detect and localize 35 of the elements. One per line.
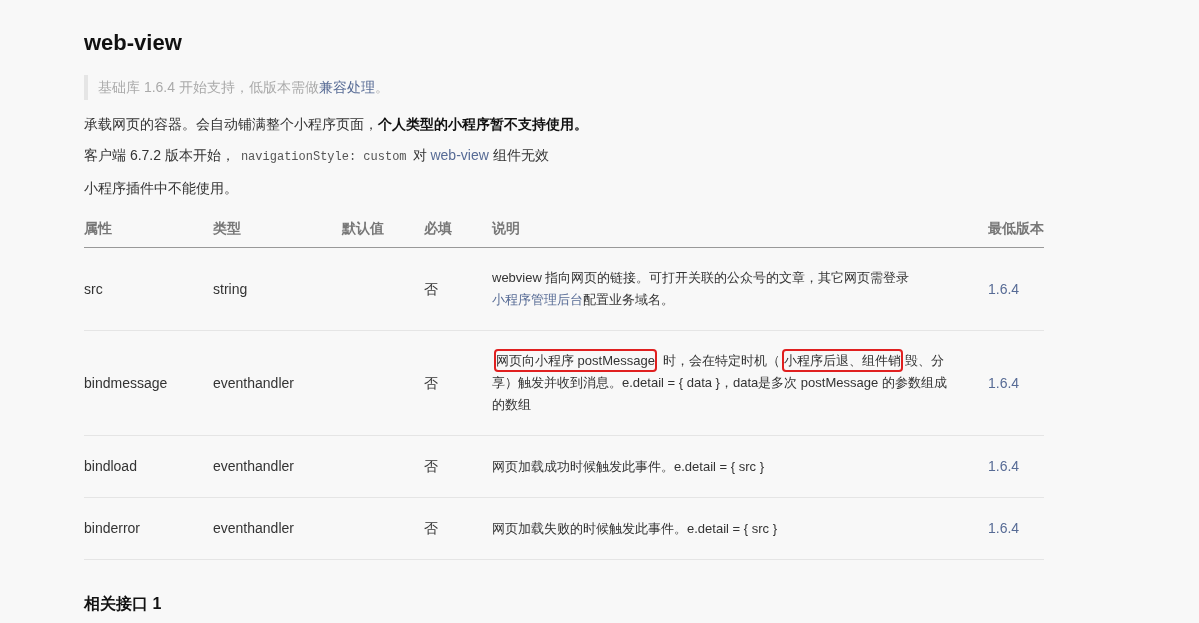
column-header: 最低版本 <box>988 219 1044 238</box>
paragraph: 承载网页的容器。会自动铺满整个小程序页面，个人类型的小程序暂不支持使用。 <box>84 115 589 134</box>
column-header: 默认值 <box>342 219 385 238</box>
table-cell: eventhandler <box>213 374 294 391</box>
table-cell: 1.6.4 <box>988 280 1020 297</box>
table-cell: 1.6.4 <box>988 458 1020 474</box>
table-cell: 否 <box>424 458 438 474</box>
table-cell-text: webview 指向网页的链接。可打开关联的公众号的文章，其它网页需登录 小程序管理后台配置业务域名。 <box>492 269 911 309</box>
section-heading: 相关接口 1 <box>84 594 163 614</box>
paragraph: 客户端 6.7.2 版本开始， navigationStyle: custom 对 web-view 组件无效 <box>84 146 550 166</box>
table-cell: eventhandler <box>213 520 294 536</box>
table-cell: binderror <box>84 520 141 536</box>
paragraph: 小程序插件中不能使用。 <box>84 179 239 198</box>
table-cell: bindmessage <box>84 374 168 391</box>
column-header: 说明 <box>492 219 521 238</box>
table-cell: string <box>213 280 248 297</box>
table-cell: 否 <box>424 374 438 391</box>
column-header: 类型 <box>213 219 242 238</box>
link[interactable]: 兼容处理 <box>318 79 375 95</box>
table-cell: 1.6.4 <box>988 374 1020 391</box>
table-cell: src <box>84 280 103 297</box>
link[interactable]: web-view <box>430 147 489 163</box>
note-text: 基础库 1.6.4 开始支持，低版本需做兼容处理。 <box>84 75 1044 100</box>
table-cell: 网页向小程序 postMessage 时，会在特定时机（ 小程序后退、组件销 毁、分享）触发并收到消息。e.detail = { data }，data是多次 postMessage 的参数组成的数组 <box>492 350 952 416</box>
table-cell-text: 网页加载成功时候触发此事件。e.detail = { src } <box>492 457 765 476</box>
table-cell: 否 <box>424 520 438 536</box>
table-cell: eventhandler <box>213 458 294 474</box>
table-cell: 否 <box>424 280 438 297</box>
page-title: web-view <box>84 29 183 57</box>
table-cell: 1.6.4 <box>988 520 1020 536</box>
column-header: 必填 <box>424 219 453 238</box>
column-header: 属性 <box>84 219 113 238</box>
link[interactable]: 小程序管理后台 <box>492 292 583 307</box>
table-cell-text: 网页加载失败的时候触发此事件。e.detail = { src } <box>492 519 778 538</box>
table-cell: bindload <box>84 458 137 474</box>
